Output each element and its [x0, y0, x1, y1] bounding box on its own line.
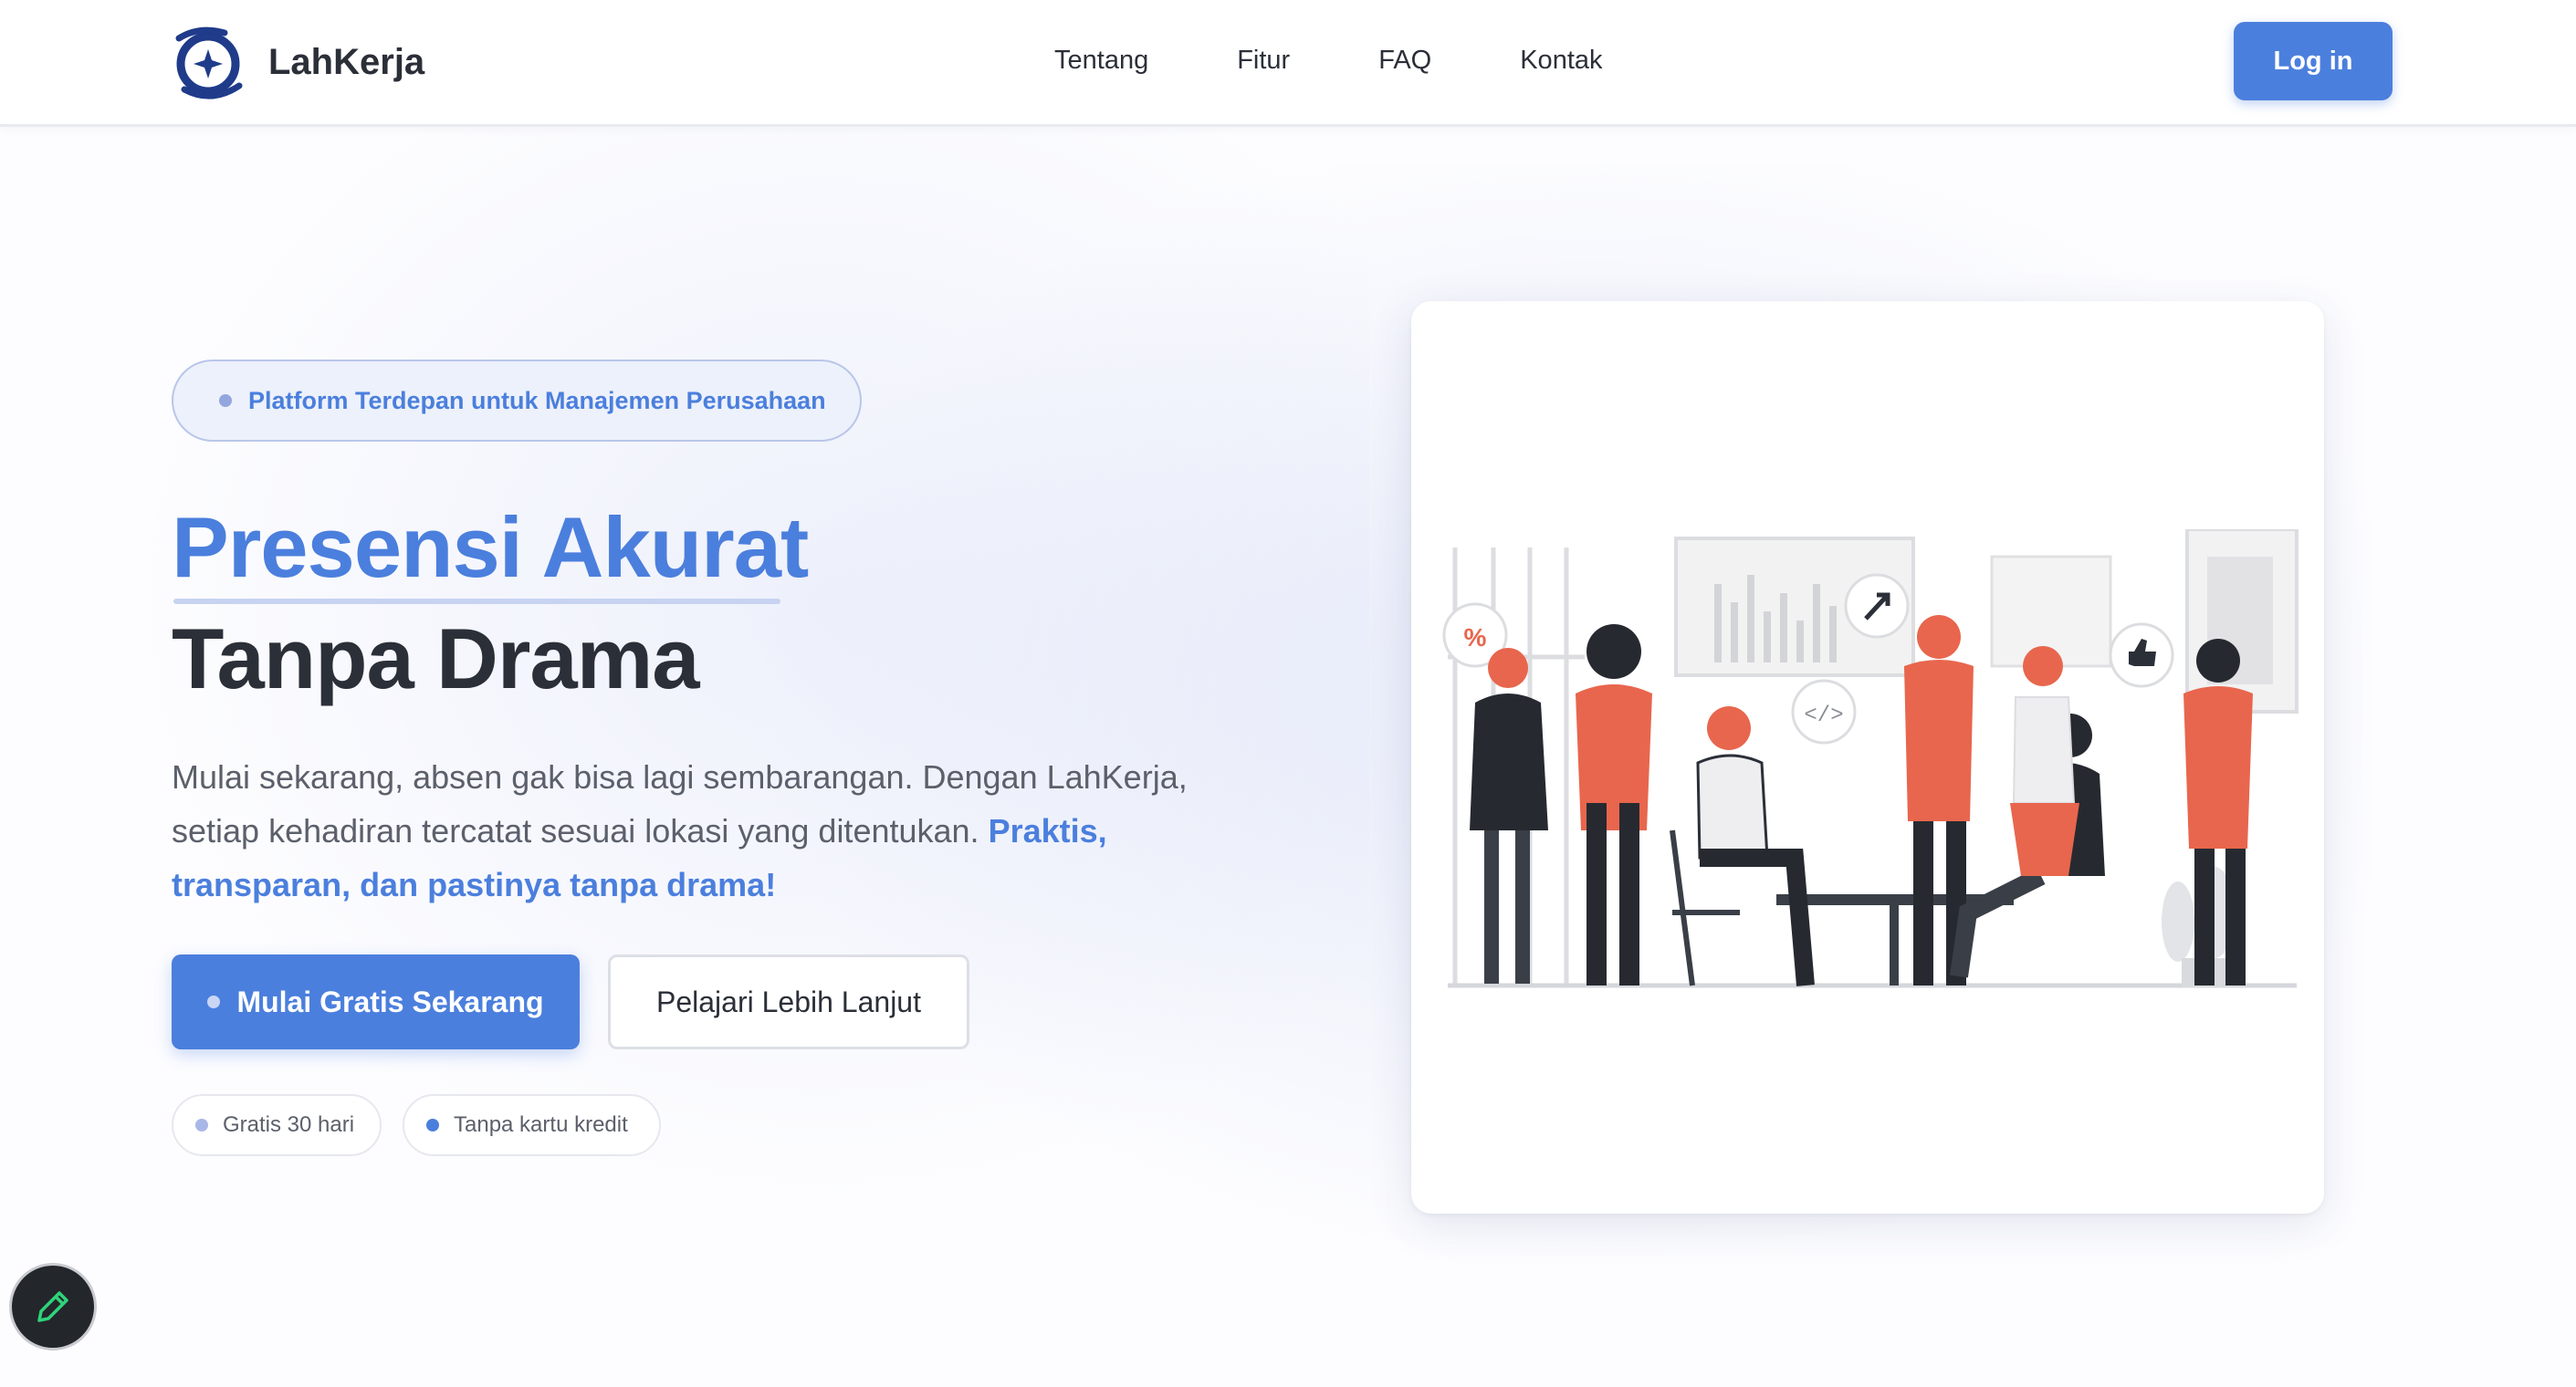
login-button[interactable]: Log in	[2234, 22, 2393, 100]
illustration-card: % </>	[1411, 301, 2324, 1214]
person-1	[1470, 648, 1548, 984]
perk-dot-icon	[195, 1119, 208, 1132]
badge-text: Platform Terdepan untuk Manajemen Perusa…	[248, 386, 826, 414]
headline-accent: Presensi Akurat	[172, 499, 809, 595]
brand[interactable]: LahKerja	[172, 22, 424, 102]
perk-label: Gratis 30 hari	[223, 1112, 355, 1137]
thumbs-up-bubble-icon	[2109, 622, 2174, 688]
team-illustration: % </>	[1442, 529, 2299, 988]
hero-badge: Platform Terdepan untuk Manajemen Perusa…	[172, 360, 862, 442]
person-6	[2010, 646, 2079, 876]
svg-text:</>: </>	[1804, 704, 1843, 728]
button-dot-icon	[207, 996, 221, 1008]
headline-main: Tanpa Drama	[172, 610, 700, 706]
brand-name: LahKerja	[268, 41, 425, 82]
logo-icon	[175, 26, 243, 99]
nav-link-fitur[interactable]: Fitur	[1237, 46, 1290, 76]
person-3-seated	[1670, 706, 1815, 986]
svg-text:%: %	[1464, 623, 1487, 652]
perk-label: Tanpa kartu kredit	[454, 1112, 628, 1137]
perk-no-credit-card: Tanpa kartu kredit	[403, 1094, 661, 1156]
start-free-label: Mulai Gratis Sekarang	[236, 985, 544, 1018]
nav-links: Tentang Fitur FAQ Kontak	[1054, 46, 1603, 76]
nav-link-tentang[interactable]: Tentang	[1054, 46, 1148, 76]
nav-link-kontak[interactable]: Kontak	[1520, 46, 1602, 76]
perk-dot-icon	[426, 1119, 439, 1132]
learn-more-button[interactable]: Pelajari Lebih Lanjut	[608, 954, 969, 1049]
badge-dot-icon	[219, 394, 232, 407]
edit-fab-button[interactable]	[9, 1263, 97, 1350]
hero-description: Mulai sekarang, absen gak bisa lagi semb…	[172, 750, 1212, 912]
navbar: LahKerja Tentang Fitur FAQ Kontak Log in	[0, 0, 2576, 127]
arrow-bubble-icon	[1844, 573, 1910, 639]
pencil-icon	[37, 1291, 68, 1322]
perk-free-trial: Gratis 30 hari	[172, 1094, 382, 1156]
code-bubble-icon: </>	[1791, 679, 1857, 745]
person-2	[1576, 624, 1652, 986]
start-free-button[interactable]: Mulai Gratis Sekarang	[172, 954, 580, 1049]
nav-link-faq[interactable]: FAQ	[1378, 46, 1431, 76]
